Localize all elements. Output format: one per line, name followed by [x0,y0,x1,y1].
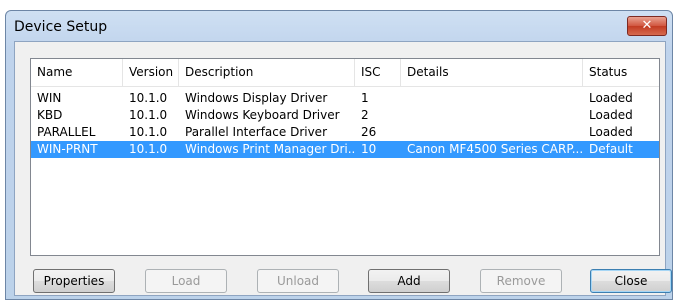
cell-isc: 26 [361,125,377,139]
cell-details [401,107,583,124]
list-header: Name Version Description ISC Details Sta… [31,59,659,87]
cell-description: Parallel Interface Driver [185,125,328,139]
cell-name: KBD [37,108,63,122]
unload-button[interactable]: Unload [257,269,339,293]
table-row[interactable]: KBD 10.1.0 Windows Keyboard Driver 2 Loa… [31,107,659,124]
table-row[interactable]: WIN 10.1.0 Windows Display Driver 1 Load… [31,90,659,107]
cell-details [401,90,583,107]
cell-status: Default [589,142,633,156]
cell-name: WIN [37,91,62,105]
column-header-name[interactable]: Name [31,59,123,86]
cell-details [401,124,583,141]
device-setup-window: Device Setup ✕ Name Version Description … [0,0,673,300]
window-title: Device Setup [14,19,108,35]
window-frame: Device Setup ✕ Name Version Description … [5,10,673,300]
table-row[interactable]: PARALLEL 10.1.0 Parallel Interface Drive… [31,124,659,141]
cell-version: 10.1.0 [129,108,168,122]
close-window-icon[interactable]: ✕ [627,16,667,36]
cell-name: WIN-PRNT [37,142,98,156]
column-header-description[interactable]: Description [179,59,355,86]
cell-status: Loaded [589,125,633,139]
column-header-version[interactable]: Version [123,59,179,86]
titlebar[interactable]: Device Setup ✕ [6,11,672,41]
cell-version: 10.1.0 [129,91,168,105]
close-button[interactable]: Close [590,269,672,293]
load-button[interactable]: Load [145,269,227,293]
cell-description: Windows Display Driver [185,91,328,105]
cell-description: Windows Print Manager Dri... [185,142,355,156]
cell-description: Windows Keyboard Driver [185,108,340,122]
properties-button[interactable]: Properties [33,269,115,293]
cell-name: PARALLEL [37,125,96,139]
column-header-details[interactable]: Details [401,59,583,86]
cell-isc: 2 [361,108,369,122]
add-button[interactable]: Add [368,269,450,293]
device-list[interactable]: Name Version Description ISC Details Sta… [30,58,660,256]
table-row-selected[interactable]: WIN-PRNT 10.1.0 Windows Print Manager Dr… [31,141,659,158]
cell-status: Loaded [589,108,633,122]
cell-version: 10.1.0 [129,125,168,139]
cell-isc: 10 [361,142,377,156]
cell-details: Canon MF4500 Series CARP... [407,142,583,156]
remove-button[interactable]: Remove [480,269,562,293]
column-header-isc[interactable]: ISC [355,59,401,86]
cell-isc: 1 [361,91,369,105]
dialog-client-area: Name Version Description ISC Details Sta… [14,41,672,296]
cell-status: Loaded [589,91,633,105]
cell-version: 10.1.0 [129,142,168,156]
column-header-status[interactable]: Status [583,59,659,86]
